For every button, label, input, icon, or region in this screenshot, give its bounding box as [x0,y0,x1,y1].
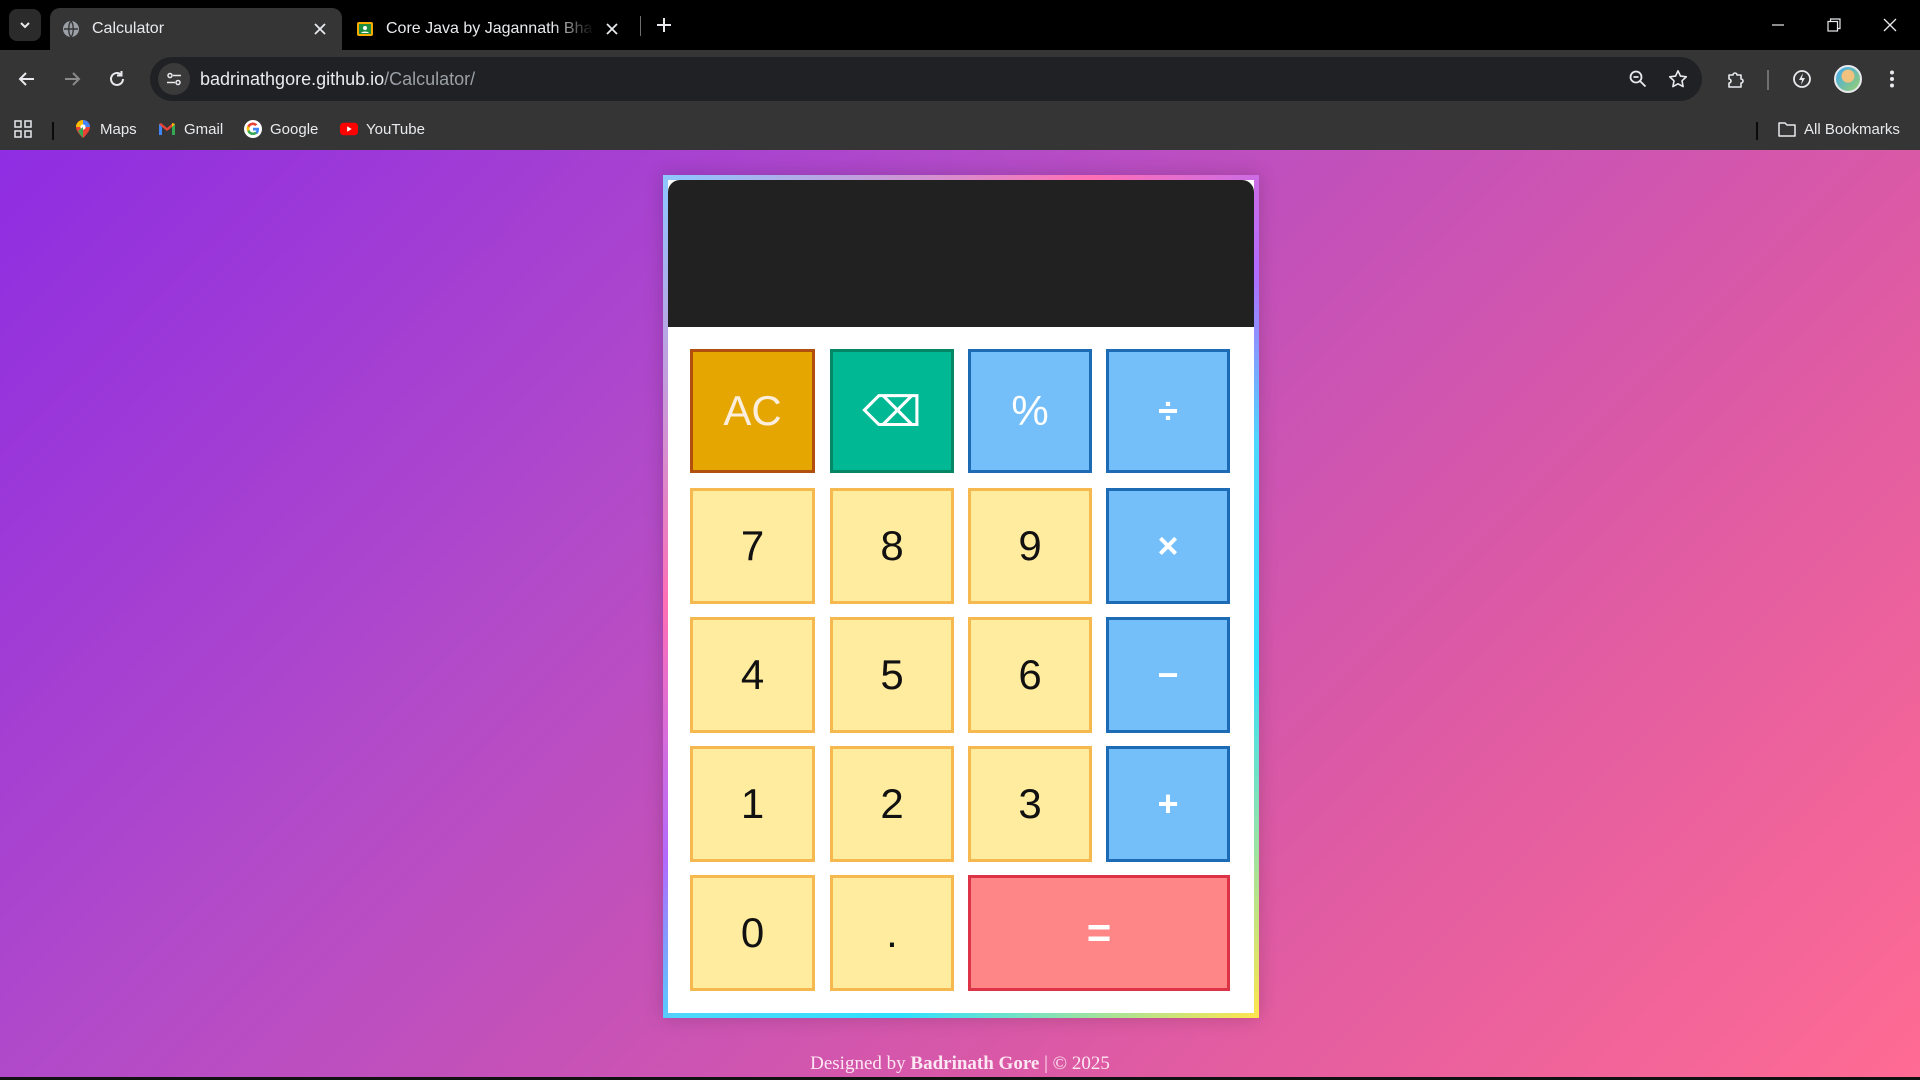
youtube-icon [340,120,358,138]
bookmarks-bar: Maps Gmail Google YouTube All Bookmarks [0,108,1920,150]
reload-button[interactable] [99,61,135,97]
calculator-frame: AC ⌫ % ÷ 7 8 9 × 4 5 6 − 1 2 3 + 0 . = [663,175,1259,1018]
minimize-icon [1772,24,1784,26]
gmail-icon [158,120,176,138]
site-info-button[interactable] [158,63,190,95]
digit-0-button[interactable]: 0 [690,875,815,991]
close-tab-icon[interactable] [310,19,330,39]
tab-calculator[interactable]: Calculator [50,8,342,50]
back-button[interactable] [9,61,45,97]
digit-1-button[interactable]: 1 [690,746,815,862]
url-host: badrinathgore.github.io [200,68,385,89]
profile-avatar[interactable] [1834,65,1862,93]
footer-suffix: | © 2025 [1039,1053,1110,1074]
address-bar[interactable]: badrinathgore.github.io/Calculator/ [150,57,1702,101]
restore-icon [1827,18,1841,32]
footer-author: Badrinath Gore [910,1053,1040,1074]
classroom-icon [356,20,374,38]
all-bookmarks-label: All Bookmarks [1804,120,1900,138]
subtract-button[interactable]: − [1106,617,1230,733]
chevron-down-icon [20,22,30,29]
decimal-button[interactable]: . [830,875,954,991]
apps-button[interactable] [14,116,32,142]
digit-6-button[interactable]: 6 [968,617,1092,733]
bookmark-label: Maps [100,120,137,138]
footer-prefix: Designed by [810,1053,911,1074]
google-icon [244,120,262,138]
apps-grid-icon [14,120,32,138]
zoom-button[interactable] [1622,63,1654,95]
bookmark-gmail[interactable]: Gmail [158,116,223,142]
tab-divider [640,16,641,36]
new-tab-button[interactable] [650,11,678,39]
digit-7-button[interactable]: 7 [690,488,815,604]
tab-search-button[interactable] [9,9,41,41]
bookmark-label: Google [270,120,319,138]
calculator-display [668,180,1254,327]
minimize-button[interactable] [1750,0,1806,50]
bookmark-star-button[interactable] [1662,63,1694,95]
tab-strip: Calculator Core Java by Jagannath Bhanda… [0,0,1920,50]
menu-button[interactable] [1874,61,1910,97]
url-text[interactable]: badrinathgore.github.io/Calculator/ [200,69,475,90]
forward-button[interactable] [54,61,90,97]
tune-icon [167,72,181,86]
extensions-button[interactable] [1718,61,1754,97]
arrow-right-icon [65,72,81,86]
percent-button[interactable]: % [968,349,1092,473]
all-bookmarks-button[interactable]: All Bookmarks [1778,116,1900,142]
arrow-left-icon [18,72,34,86]
tab-title: Calculator [92,20,165,37]
digit-5-button[interactable]: 5 [830,617,954,733]
url-path: /Calculator/ [384,68,476,89]
browser-toolbar: badrinathgore.github.io/Calculator/ [0,50,1920,108]
divide-button[interactable]: ÷ [1106,349,1230,473]
close-window-button[interactable] [1862,0,1918,50]
bookmark-google[interactable]: Google [244,116,318,142]
toolbar-divider [1767,70,1769,90]
tab-title: Core Java by Jagannath Bhandari [386,20,594,37]
equals-button[interactable]: = [968,875,1230,991]
digit-9-button[interactable]: 9 [968,488,1092,604]
bookmark-maps[interactable]: Maps [74,116,137,142]
close-tab-icon[interactable] [602,19,622,39]
bookmark-youtube[interactable]: YouTube [340,116,425,142]
digit-2-button[interactable]: 2 [830,746,954,862]
folder-icon [1778,120,1796,138]
speed-icon [1793,70,1811,88]
calculator: AC ⌫ % ÷ 7 8 9 × 4 5 6 − 1 2 3 + 0 . = [668,180,1254,1013]
tab-core-java[interactable]: Core Java by Jagannath Bhandari [344,8,634,50]
reload-icon [110,71,124,86]
page-viewport: AC ⌫ % ÷ 7 8 9 × 4 5 6 − 1 2 3 + 0 . = D… [0,150,1920,1080]
backspace-button[interactable]: ⌫ [830,349,954,473]
plus-icon [657,18,671,32]
bookmark-label: Gmail [184,120,224,138]
star-icon [1668,70,1688,88]
digit-4-button[interactable]: 4 [690,617,815,733]
close-icon [1883,18,1897,32]
add-button[interactable]: + [1106,746,1230,862]
bookmarks-divider [1756,122,1758,140]
performance-button[interactable] [1784,61,1820,97]
clear-button[interactable]: AC [690,349,815,473]
digit-3-button[interactable]: 3 [968,746,1092,862]
digit-8-button[interactable]: 8 [830,488,954,604]
zoom-out-icon [1629,70,1647,88]
page-footer: Designed by Badrinath Gore | © 2025 [0,1053,1920,1075]
bookmark-label: YouTube [366,120,425,138]
multiply-button[interactable]: × [1106,488,1230,604]
maps-pin-icon [74,120,92,138]
bookmarks-divider [52,122,54,140]
puzzle-icon [1728,72,1744,88]
restore-button[interactable] [1806,0,1862,50]
globe-icon [62,20,80,38]
more-vert-icon [1890,70,1894,88]
